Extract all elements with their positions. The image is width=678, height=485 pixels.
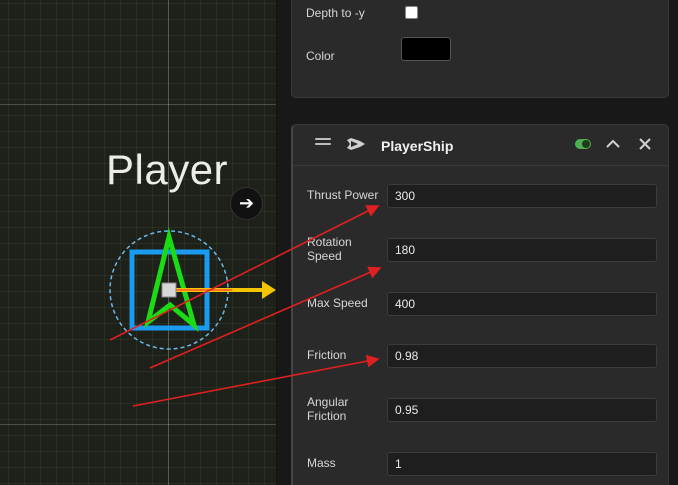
spaceship-icon: [347, 138, 365, 150]
property-row-max-speed: Max Speed: [293, 289, 668, 329]
color-picker[interactable]: [401, 37, 451, 61]
player-object[interactable]: [0, 0, 276, 485]
property-label: Thrust Power: [307, 188, 379, 202]
remove-component-button[interactable]: [634, 133, 656, 155]
chevron-up-icon: [606, 139, 620, 148]
scene-viewport[interactable]: Player ➔: [0, 0, 276, 485]
depth-row: Depth to -y: [292, 6, 668, 46]
close-icon: [639, 138, 651, 150]
property-label: Friction: [307, 348, 347, 362]
angular-friction-input[interactable]: [387, 398, 657, 422]
component-header: PlayerShip: [293, 125, 668, 166]
property-label: Angular Friction: [307, 395, 349, 423]
property-row-angular-friction: Angular Friction: [293, 395, 668, 435]
friction-input[interactable]: [387, 344, 657, 368]
pivot-handle[interactable]: [161, 282, 177, 298]
property-label: Max Speed: [307, 296, 368, 310]
property-row-thrust-power: Thrust Power: [293, 181, 668, 221]
property-row-rotation-speed: Rotation Speed: [293, 235, 668, 275]
property-label: Rotation Speed: [307, 235, 352, 263]
inspector-panel: Depth to -y Color PlayerShip Thrust Powe…: [276, 0, 678, 485]
direction-arrow-head: [262, 281, 276, 299]
playership-component-card: PlayerShip Thrust Power 300 Rotation Spe…: [291, 124, 669, 485]
drag-handle-icon[interactable]: [315, 138, 331, 148]
max-speed-input[interactable]: [387, 292, 657, 316]
depth-label: Depth to -y: [306, 6, 365, 20]
property-row-friction: Friction: [293, 341, 668, 381]
renderer-component-card: Depth to -y Color: [291, 0, 669, 98]
property-label: Mass: [307, 456, 336, 470]
collapse-button[interactable]: [602, 133, 624, 155]
depth-checkbox[interactable]: [405, 6, 418, 19]
mass-input[interactable]: [387, 452, 657, 476]
component-enabled-toggle[interactable]: [575, 139, 591, 149]
rotation-speed-input[interactable]: [387, 238, 657, 262]
color-label: Color: [306, 49, 335, 63]
component-title: PlayerShip: [381, 138, 454, 154]
property-row-mass: Mass: [293, 449, 668, 485]
thrust-power-input[interactable]: [387, 184, 657, 208]
